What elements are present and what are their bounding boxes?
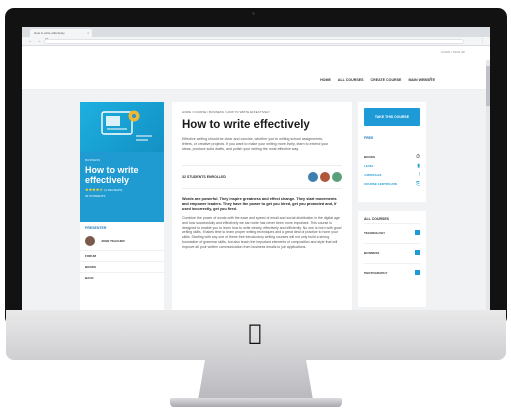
tab-title: How to write effectively [34, 31, 65, 35]
browser-tab[interactable]: How to write effectively × [30, 29, 92, 37]
address-bar-row: ← → C ⋮ [22, 37, 490, 46]
meta-label: BOOKS [364, 154, 376, 159]
login-link[interactable]: LOGIN | SIGN UP [441, 50, 465, 54]
category-label: TECHNOLOGY [364, 230, 386, 235]
course-info-panel: BUSINESS How to write effectively ★★★★☆ … [80, 152, 164, 222]
stand-base [170, 398, 342, 407]
browser-tabbar: How to write effectively × [22, 27, 490, 37]
enrolled-row: 32 STUDENTS ENROLLED [182, 165, 342, 189]
enroll-card: TAKE THIS COURSE FREE BOOKS ⏱ LEVEL ▮ 4 … [358, 102, 426, 202]
breadcrumb[interactable]: HOME / COURSE / BUSINESS / HOW TO WRITE … [182, 110, 342, 114]
rating: ★★★★☆ (4 REVIEWS) [85, 187, 159, 192]
course-meta: BOOKS ⏱ LEVEL ▮ 4 MODULES ! COURSE CERTI… [364, 152, 420, 188]
course-title: How to write effectively [85, 165, 139, 185]
site-navbar: HOME ALL COURSES CREATE COURSE MAIN WEBS… [22, 60, 490, 90]
course-links: FORUM BOOKS BACK [80, 250, 164, 283]
category-item[interactable]: TECHNOLOGY [364, 223, 420, 241]
course-main-content: HOME / COURSE / BUSINESS / HOW TO WRITE … [172, 102, 352, 310]
stand [198, 360, 313, 400]
student-avatars [308, 172, 342, 182]
category-item[interactable]: PHOTOGRAPHY [364, 263, 420, 281]
nav-create-course[interactable]: CREATE COURSE [371, 78, 402, 82]
page-title: How to write effectively [182, 119, 310, 131]
meta-label: COURSE CERTIFICATE [364, 181, 398, 186]
course-quote: Words are powerful. They inspire greatne… [182, 197, 337, 211]
camera [252, 12, 255, 15]
nav-links: HOME ALL COURSES CREATE COURSE MAIN WEBS… [320, 78, 435, 82]
presenter-name: JOHN TEACHER [101, 239, 125, 243]
avatar[interactable] [320, 172, 330, 182]
presenter-label: PRESENTER [85, 226, 107, 230]
meta-row: LEVEL ▮ [364, 161, 420, 170]
students-count: 32 STUDENTS [85, 194, 106, 198]
nav-all-courses[interactable]: ALL COURSES [338, 78, 364, 82]
screen: How to write effectively × ← → C ⋮ LOGIN… [22, 27, 490, 310]
level-icon: ▮ [417, 162, 420, 169]
scrollbar-thumb[interactable] [486, 66, 490, 106]
rating-text: (4 REVIEWS) [104, 188, 123, 192]
course-description: Combine the power of words with the ease… [182, 216, 342, 249]
certificate-icon: ⎘ [415, 180, 420, 187]
link-books[interactable]: BOOKS [80, 261, 164, 272]
take-course-button[interactable]: TAKE THIS COURSE [364, 108, 420, 126]
meta-label: 4 MODULES [364, 172, 382, 177]
meta-row: 4 MODULES ! [364, 170, 420, 179]
menu-icon[interactable]: ⋮ [480, 38, 485, 44]
meta-label: LEVEL [364, 163, 374, 168]
course-hero-image [80, 102, 164, 152]
category-square-icon [415, 270, 420, 275]
top-strip: LOGIN | SIGN UP [22, 46, 490, 60]
close-icon[interactable]: × [87, 29, 89, 37]
computer-gear-icon [101, 110, 152, 141]
category-label: PHOTOGRAPHY [364, 270, 388, 275]
nav-home[interactable]: HOME [320, 78, 331, 82]
category-item[interactable]: BUSINESS [364, 243, 420, 261]
price: FREE [364, 136, 374, 140]
categories-card: ALL COURSES TECHNOLOGY BUSINESS PHOTOGRA… [358, 211, 426, 307]
presenter-box: PRESENTER JOHN TEACHER [80, 222, 164, 250]
course-intro: Effective writing should be clear and co… [182, 137, 329, 151]
apple-logo-icon:  [244, 322, 266, 346]
meta-row: COURSE CERTIFICATE ⎘ [364, 179, 420, 188]
course-card: BUSINESS How to write effectively ★★★★☆ … [80, 102, 164, 310]
avatar[interactable] [332, 172, 342, 182]
link-forum[interactable]: FORUM [80, 250, 164, 261]
category-square-icon [415, 230, 420, 235]
categories-title: ALL COURSES [364, 217, 390, 221]
imac-scene:  How to write effectively × ← → C ⋮ LOG… [0, 0, 511, 414]
link-back[interactable]: BACK [80, 272, 164, 283]
category-label: BUSINESS [364, 250, 380, 255]
avatar [85, 236, 95, 246]
url-input[interactable] [44, 39, 464, 44]
clock-icon: ⏱ [416, 153, 420, 160]
avatar[interactable] [308, 172, 318, 182]
webpage: LOGIN | SIGN UP HOME ALL COURSES CREATE … [22, 46, 490, 310]
search-icon[interactable]: ⌕ [429, 76, 432, 82]
rating-stars: ★★★★☆ [85, 187, 103, 192]
meta-row: BOOKS ⏱ [364, 152, 420, 161]
presenter-row[interactable]: JOHN TEACHER [85, 236, 159, 246]
enrolled-count: 32 STUDENTS ENROLLED [182, 175, 226, 179]
info-icon: ! [418, 171, 420, 178]
category-square-icon [415, 250, 420, 255]
course-category: BUSINESS [85, 158, 101, 162]
